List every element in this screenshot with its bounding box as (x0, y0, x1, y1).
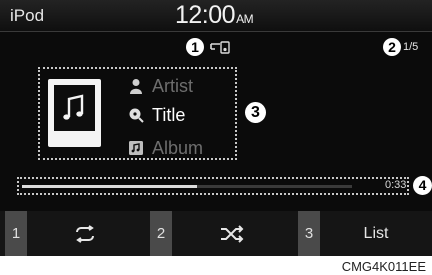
progress-fill (22, 185, 197, 188)
title-label: Title (152, 105, 186, 125)
repeat-icon (75, 224, 94, 243)
repeat-button[interactable] (27, 211, 142, 256)
clock-ampm: AM (236, 12, 254, 26)
elapsed-time: 0:33 (385, 179, 407, 191)
source-label: iPod (10, 6, 45, 25)
usb-device-icon (210, 41, 230, 54)
status-header: iPod 12:00AM (0, 0, 432, 32)
album-art-icon (48, 79, 101, 147)
shuffle-button[interactable] (172, 211, 292, 256)
clock-time: 12:00 (175, 1, 236, 29)
person-icon (130, 79, 142, 94)
artist-label: Artist (152, 76, 194, 96)
callout-3: 3 (245, 102, 266, 123)
list-button[interactable]: List (320, 211, 432, 256)
track-count: 1/5 (403, 41, 419, 53)
album-icon (129, 141, 143, 155)
callout-1: 1 (186, 38, 204, 56)
callout-4: 4 (413, 176, 432, 195)
ipod-screen: iPod 12:00AM 1 2 1/5 Artist Title Album … (0, 0, 432, 256)
disc-icon (129, 108, 144, 123)
progress-bar[interactable] (22, 185, 352, 188)
clock: 12:00AM (175, 1, 254, 30)
softkey-3-number: 3 (298, 211, 320, 256)
softkey-1-number: 1 (5, 211, 27, 256)
softkey-bar: 1 2 3 List (0, 211, 432, 256)
album-label: Album (152, 138, 204, 158)
softkey-2-number: 2 (150, 211, 172, 256)
figure-caption: CMG4K011EE (341, 259, 426, 274)
shuffle-icon (221, 225, 244, 243)
callout-2: 2 (383, 38, 401, 56)
